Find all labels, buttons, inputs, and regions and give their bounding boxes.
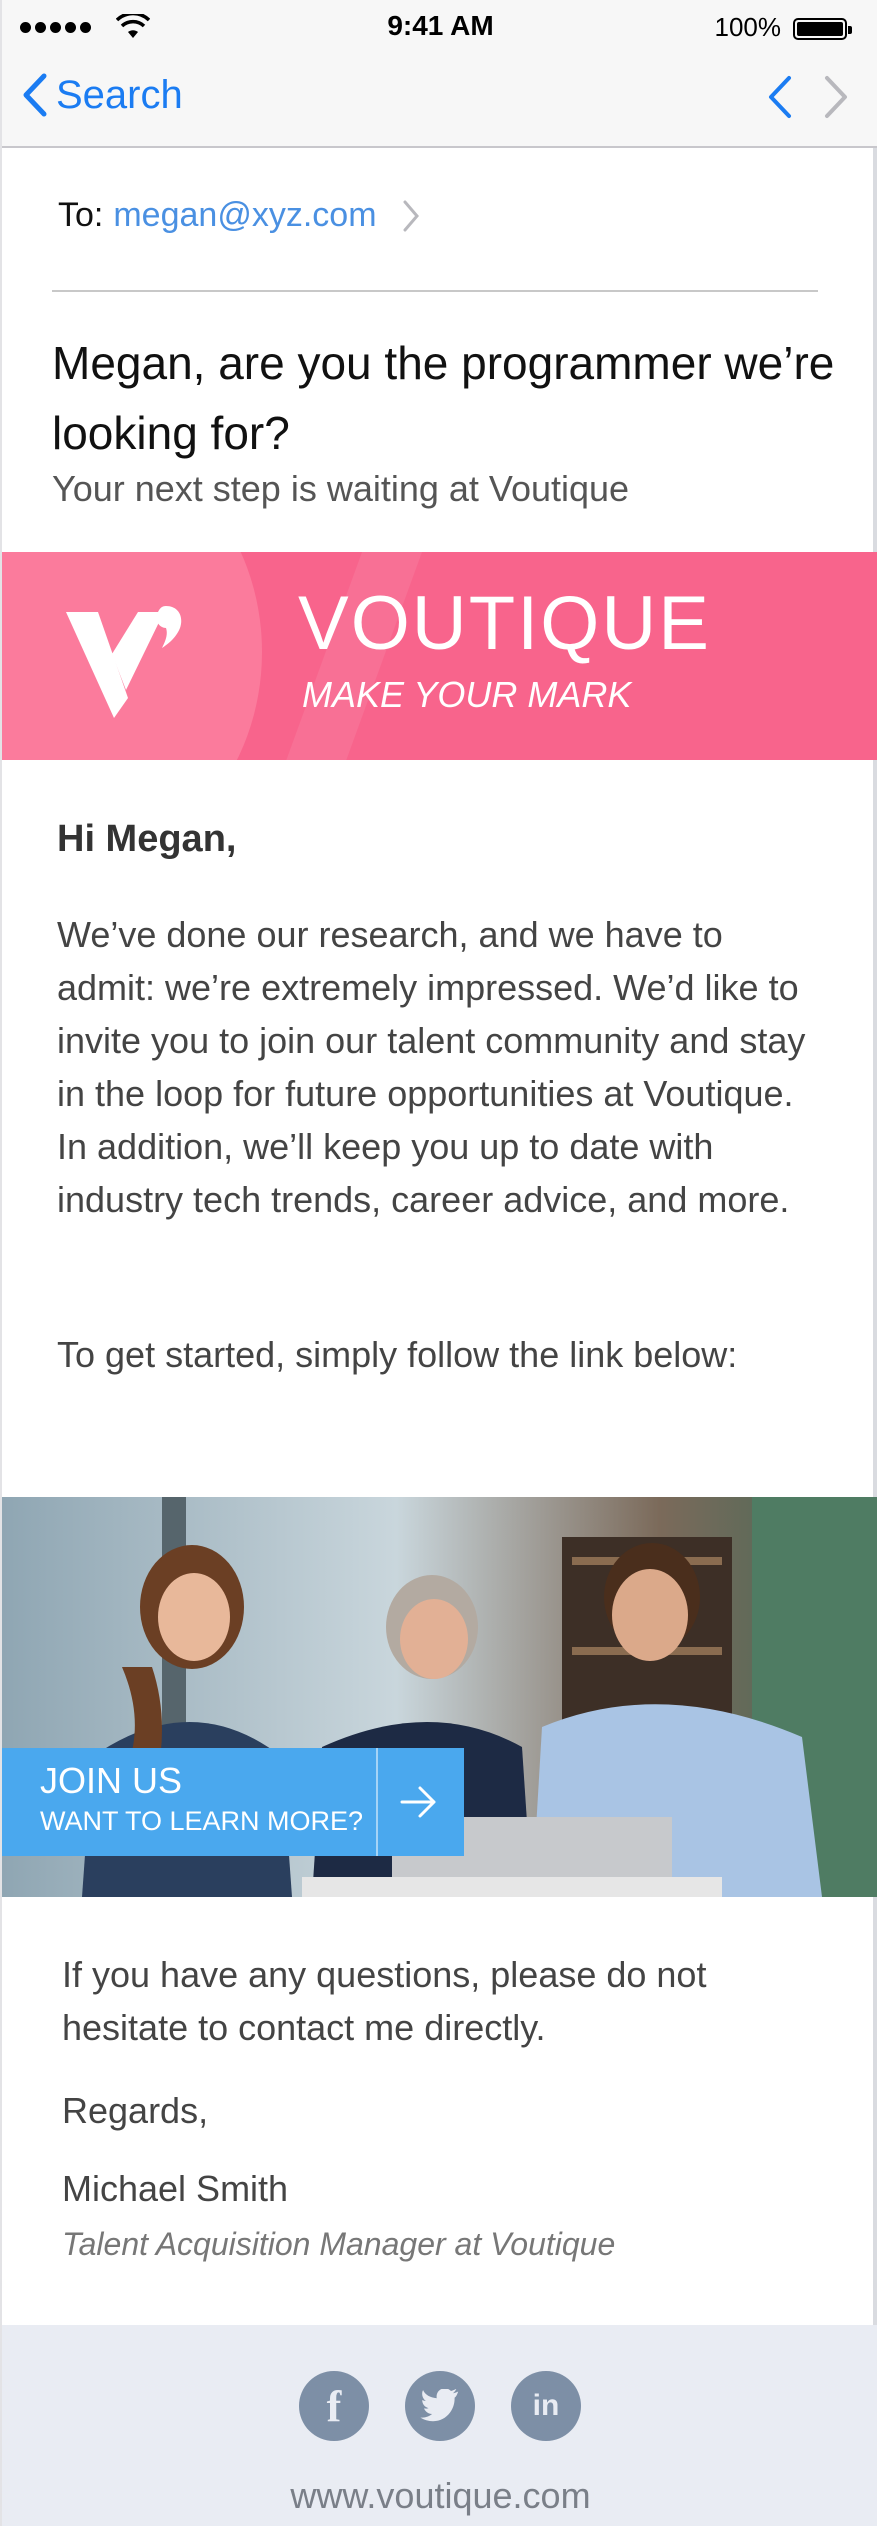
twitter-bird-icon (420, 2389, 459, 2422)
signer-name: Michael Smith (62, 2168, 289, 2209)
recipient-address[interactable]: megan@xyz.com (113, 196, 376, 235)
brand-name: VOUTIQUE (298, 581, 711, 666)
facebook-icon[interactable]: f (299, 2371, 369, 2441)
cta-subtitle: WANT TO LEARN MORE? (40, 1806, 364, 1836)
battery-percent: 100% (714, 12, 782, 42)
to-label: To: (58, 196, 104, 234)
recipient-row[interactable]: To: megan@xyz.com (58, 196, 419, 235)
voutique-logo-icon (66, 606, 182, 718)
facebook-glyph: f (326, 2381, 342, 2431)
closing-paragraph: If you have any questions, please do not… (62, 1954, 707, 2048)
website-link[interactable]: www.voutique.com (2, 2475, 877, 2517)
chevron-right-icon (403, 200, 419, 231)
social-links: f in (299, 2371, 581, 2441)
brand-tagline: MAKE YOUR MARK (302, 674, 632, 715)
greeting: Hi Megan, (57, 818, 237, 860)
back-button[interactable]: Search (22, 72, 183, 118)
regards: Regards, (62, 2090, 209, 2131)
body-paragraph-cta-intro: To get started, simply follow the link b… (57, 1334, 738, 1375)
email-preheader: Your next step is waiting at Voutique (52, 468, 630, 509)
email-subject: Megan, are you the programmer we’re look… (52, 337, 835, 459)
chevron-left-icon (23, 73, 47, 117)
email-footer: f in www.voutique.com (2, 2325, 877, 2526)
header-divider (52, 290, 818, 292)
cta-divider (376, 1748, 378, 1856)
next-message-icon[interactable] (823, 74, 849, 120)
brand-banner: VOUTIQUE MAKE YOUR MARK (2, 552, 877, 760)
email-screen: 9:41 AM 100% Search To: megan@xyz.com Me… (0, 0, 877, 2526)
battery-icon (793, 18, 852, 40)
linkedin-glyph: in (532, 2389, 560, 2422)
navigation-bar: Search (2, 58, 877, 148)
cta-title: JOIN US (40, 1760, 183, 1801)
arrow-right-icon (400, 1786, 436, 1818)
body-paragraph: We’ve done our research, and we have to … (57, 914, 806, 1220)
back-label: Search (56, 72, 183, 117)
message-navigation (767, 74, 849, 120)
status-bar: 9:41 AM 100% (2, 0, 877, 58)
signer-title: Talent Acquisition Manager at Voutique (62, 2226, 616, 2262)
join-us-button[interactable]: JOIN US WANT TO LEARN MORE? (2, 1748, 464, 1856)
previous-message-icon[interactable] (767, 74, 793, 120)
linkedin-icon[interactable]: in (511, 2371, 581, 2441)
twitter-icon[interactable] (405, 2371, 475, 2441)
